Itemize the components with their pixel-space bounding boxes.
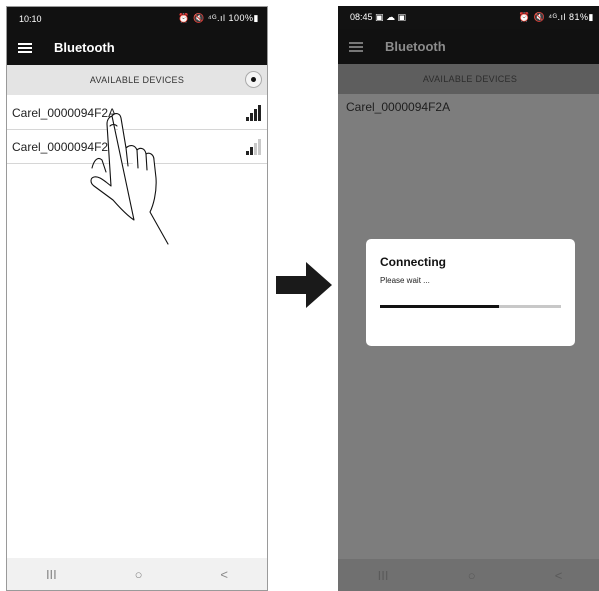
status-icons: ⏰ 🔇 ⁴ᴳ.ıl 100%▮ — [178, 13, 259, 23]
back-button[interactable]: < — [220, 567, 228, 582]
app-bar: Bluetooth — [7, 30, 267, 65]
available-devices-header: AVAILABLE DEVICES — [338, 64, 599, 94]
status-bar: 10:10 ⏰ 🔇 ⁴ᴳ.ıl 100%▮ — [7, 7, 267, 30]
status-icons: ⏰ 🔇 ⁴ᴳ.ıl 81%▮ — [518, 12, 594, 22]
app-bar: Bluetooth — [338, 29, 599, 64]
hamburger-menu-icon[interactable] — [18, 42, 32, 53]
system-nav-bar: III ○ < — [7, 558, 267, 590]
available-devices-header: AVAILABLE DEVICES — [7, 65, 267, 95]
progress-bar — [380, 305, 561, 308]
phone-screen-after: 08:45 ▣ ☁ ▣ ⏰ 🔇 ⁴ᴳ.ıl 81%▮ Bluetooth AVA… — [338, 6, 599, 591]
home-button[interactable]: ○ — [135, 567, 143, 582]
dialog-title: Connecting — [380, 255, 446, 269]
progress-bar-fill — [380, 305, 500, 308]
phone-screen-before: 10:10 ⏰ 🔇 ⁴ᴳ.ıl 100%▮ Bluetooth AVAILABL… — [6, 6, 268, 591]
device-list-item[interactable]: Carel_0000094F2A — [7, 96, 267, 130]
device-name: Carel_0000094F2A — [12, 106, 117, 120]
status-time: 10:10 — [19, 13, 42, 24]
system-nav-bar: III ○ < — [338, 559, 599, 591]
hamburger-menu-icon — [349, 41, 363, 52]
status-bar: 08:45 ▣ ☁ ▣ ⏰ 🔇 ⁴ᴳ.ıl 81%▮ — [338, 6, 599, 29]
status-time: 08:45 ▣ ☁ ▣ — [350, 12, 407, 22]
page-title: Bluetooth — [54, 40, 115, 55]
back-button: < — [554, 567, 563, 583]
dialog-message: Please wait ... — [380, 276, 430, 285]
arrow-right-icon — [276, 262, 332, 308]
device-list-item[interactable]: Carel_0000094F2B — [7, 130, 267, 164]
signal-strength-icon — [246, 105, 261, 121]
section-header-label: AVAILABLE DEVICES — [89, 75, 185, 85]
scan-button[interactable] — [245, 71, 262, 88]
section-header-label: AVAILABLE DEVICES — [422, 74, 518, 84]
recents-button[interactable]: III — [46, 567, 57, 582]
recents-button: III — [377, 567, 389, 583]
home-button: ○ — [467, 567, 476, 583]
connecting-dialog: Connecting Please wait ... — [366, 239, 575, 346]
signal-strength-icon — [246, 139, 261, 155]
device-name: Carel_0000094F2B — [12, 140, 117, 154]
device-name: Carel_0000094F2A — [346, 100, 451, 114]
page-title: Bluetooth — [385, 39, 446, 54]
